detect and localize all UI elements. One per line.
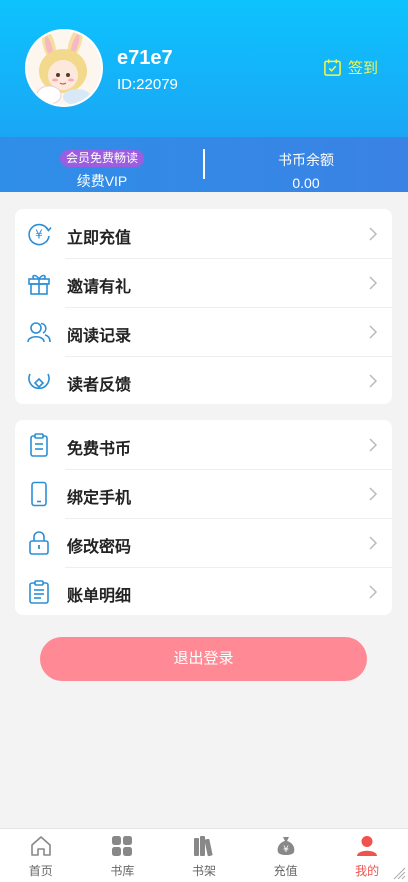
avatar-illustration <box>27 31 101 105</box>
logout-button[interactable]: 退出登录 <box>40 637 367 681</box>
menu-item-label: 账单明细 <box>67 588 132 605</box>
menu-item-change-password[interactable]: 修改密码 <box>15 518 392 567</box>
user-id: ID:22079 <box>117 76 178 93</box>
vip-bar: 会员免费畅读 续费VIP 书币余额 0.00 <box>0 137 408 192</box>
checkin-button[interactable]: 签到 <box>323 57 378 78</box>
chevron-right-icon <box>369 438 378 452</box>
person-icon <box>357 836 378 856</box>
avatar[interactable] <box>25 29 103 107</box>
menu-item-label: 修改密码 <box>67 539 132 556</box>
tab-bookshelf[interactable]: 书架 <box>163 829 245 882</box>
menu-item-label: 立即充值 <box>67 230 132 247</box>
feedback-icon <box>28 373 50 390</box>
svg-text:¥: ¥ <box>35 228 43 242</box>
menu-item-label: 阅读记录 <box>67 328 132 345</box>
chevron-right-icon <box>369 325 378 339</box>
chevron-right-icon <box>369 585 378 599</box>
menu-item-billing[interactable]: 账单明细 <box>15 567 392 616</box>
tab-label: 书库 <box>110 864 135 878</box>
svg-text:¥: ¥ <box>283 845 289 855</box>
chevron-right-icon <box>369 374 378 388</box>
username: e71e7 <box>117 47 173 69</box>
coin-balance-label: 书币余额 <box>278 152 334 168</box>
clipboard-icon <box>30 433 48 457</box>
resize-grip-icon <box>393 867 406 880</box>
tab-recharge[interactable]: ¥ 充值 <box>245 829 327 882</box>
chevron-right-icon <box>369 487 378 501</box>
menu-item-label: 绑定手机 <box>67 490 132 507</box>
menu-item-label: 邀请有礼 <box>67 279 132 296</box>
vip-renew-label: 续费VIP <box>76 173 128 189</box>
chevron-right-icon <box>369 227 378 241</box>
vip-badge: 会员免费畅读 <box>59 150 144 167</box>
bookshelf-icon <box>193 836 213 857</box>
menu-item-feedback[interactable]: 读者反馈 <box>15 356 392 405</box>
tab-library[interactable]: 书库 <box>82 829 164 882</box>
coin-balance-value: 0.00 <box>292 175 320 191</box>
menu-item-recharge[interactable]: ¥ 立即充值 <box>15 209 392 258</box>
home-icon <box>30 836 51 856</box>
tab-label: 首页 <box>28 864 53 878</box>
moneybag-icon: ¥ <box>277 837 294 855</box>
menu-item-reading-history[interactable]: 阅读记录 <box>15 307 392 356</box>
tab-label: 书架 <box>191 864 216 878</box>
menu-item-free-coins[interactable]: 免费书币 <box>15 420 392 469</box>
menu-item-bind-phone[interactable]: 绑定手机 <box>15 469 392 518</box>
coin-balance: 书币余额 0.00 <box>204 137 408 192</box>
tab-label: 充值 <box>273 864 298 878</box>
checkin-label: 签到 <box>348 60 379 77</box>
menu-card-account: ¥ 立即充值 邀请有礼 阅读记录 读者反馈 <box>15 209 392 404</box>
tab-home[interactable]: 首页 <box>0 829 82 882</box>
profile-header: e71e7 ID:22079 签到 <box>0 0 408 137</box>
menu-item-invite[interactable]: 邀请有礼 <box>15 258 392 307</box>
calendar-check-icon <box>324 59 341 76</box>
gift-icon <box>28 274 50 295</box>
grid-icon <box>112 836 133 856</box>
phone-icon <box>31 481 47 507</box>
menu-item-label: 读者反馈 <box>67 377 132 394</box>
bill-icon <box>29 580 49 604</box>
users-icon <box>27 322 51 343</box>
bottom-tab-bar: 首页 书库 书架 ¥ 充值 我的 <box>0 828 408 882</box>
menu-item-label: 免费书币 <box>67 441 132 458</box>
chevron-right-icon <box>369 276 378 290</box>
recharge-coin-icon: ¥ <box>28 223 52 246</box>
menu-card-settings: 免费书币 绑定手机 修改密码 账单明细 <box>15 420 392 615</box>
chevron-right-icon <box>369 536 378 550</box>
vip-renew-button[interactable]: 会员免费畅读 续费VIP <box>0 137 204 192</box>
lock-icon <box>29 531 49 555</box>
